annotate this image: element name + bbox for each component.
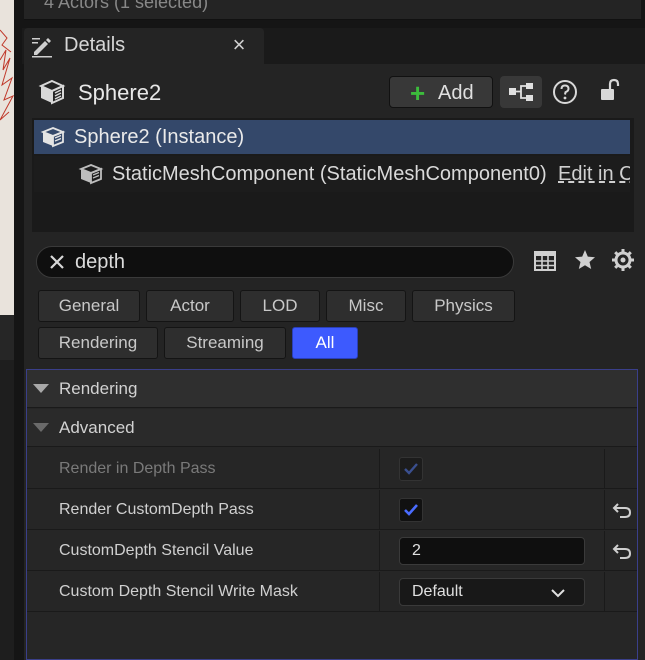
- component-tree: Sphere2 (Instance) StaticMeshComponent (…: [32, 118, 634, 232]
- unlock-icon[interactable]: [598, 78, 622, 104]
- category-advanced[interactable]: Advanced: [27, 409, 637, 447]
- clear-search-icon[interactable]: [47, 252, 67, 272]
- filter-actor[interactable]: Actor: [146, 290, 234, 322]
- filter-lod[interactable]: LOD: [240, 290, 320, 322]
- expand-arrow-icon: [33, 384, 49, 393]
- chevron-down-icon: [551, 589, 565, 598]
- property-grid: Rendering Advanced Render in Depth Pass …: [26, 369, 638, 660]
- expand-arrow-icon: [33, 423, 49, 432]
- hierarchy-button[interactable]: [500, 76, 542, 108]
- tab-details[interactable]: Details ×: [24, 28, 264, 64]
- viewport-bar: [0, 315, 14, 360]
- search-box: [36, 246, 514, 278]
- render-custom-depth-checkbox[interactable]: [399, 498, 423, 522]
- filter-streaming[interactable]: Streaming: [164, 327, 286, 359]
- checkmark-icon: [404, 504, 418, 516]
- reset-to-default-icon[interactable]: [612, 500, 632, 520]
- property-label: CustomDepth Stencil Value: [59, 542, 254, 559]
- stencil-value-input[interactable]: [399, 537, 585, 565]
- tab-title: Details: [64, 34, 126, 56]
- outliner-footer: 4 Actors (1 selected): [24, 0, 641, 20]
- property-label: Render in Depth Pass: [59, 460, 216, 477]
- reset-to-default-icon[interactable]: [612, 541, 632, 561]
- details-panel: Sphere2 + Add Sphere2 (Instance) StaticM…: [24, 64, 645, 660]
- filter-rendering[interactable]: Rendering: [38, 327, 158, 359]
- star-icon[interactable]: [573, 248, 597, 272]
- prop-render-custom-depth: Render CustomDepth Pass: [27, 490, 637, 530]
- add-button-label: Add: [438, 82, 474, 104]
- hierarchy-icon: [509, 83, 533, 101]
- category-label: Rendering: [59, 379, 138, 398]
- help-icon[interactable]: [552, 79, 578, 105]
- stencil-write-mask-dropdown[interactable]: Default: [399, 578, 585, 606]
- prop-stencil-write-mask: Custom Depth Stencil Write Mask Default: [27, 572, 637, 612]
- gear-icon[interactable]: [611, 248, 635, 272]
- filter-all[interactable]: All: [292, 327, 358, 359]
- checkmark-icon: [404, 463, 418, 475]
- property-label: Render CustomDepth Pass: [59, 501, 254, 518]
- static-mesh-icon: [78, 164, 104, 185]
- tree-item-label: Sphere2 (Instance): [74, 126, 245, 148]
- actor-header: Sphere2 + Add: [24, 64, 645, 118]
- prop-stencil-value: CustomDepth Stencil Value: [27, 531, 637, 571]
- dropdown-value: Default: [412, 583, 463, 600]
- viewport-preview: [0, 0, 14, 315]
- edit-in-cpp-link[interactable]: Edit in C++: [558, 163, 630, 186]
- tree-item-instance[interactable]: Sphere2 (Instance): [34, 120, 630, 154]
- details-tabbar: Details ×: [22, 28, 645, 64]
- cube-icon: [40, 127, 66, 148]
- table-view-icon[interactable]: [533, 249, 557, 273]
- filter-general[interactable]: General: [38, 290, 140, 322]
- plus-icon: +: [410, 78, 426, 108]
- close-icon[interactable]: ×: [228, 34, 250, 56]
- category-rendering[interactable]: Rendering: [27, 370, 637, 408]
- tree-item-label: StaticMeshComponent (StaticMeshComponent…: [112, 163, 547, 185]
- actor-name: Sphere2: [78, 80, 162, 105]
- viewport-strip: [0, 0, 14, 660]
- filter-misc[interactable]: Misc: [326, 290, 406, 322]
- pencil-icon: [32, 38, 52, 58]
- outliner-folder-label: 4 Actors (1 selected): [44, 0, 209, 12]
- cube-icon: [38, 79, 66, 105]
- add-component-button[interactable]: + Add: [389, 76, 493, 108]
- search-input[interactable]: [75, 249, 495, 275]
- property-label: Custom Depth Stencil Write Mask: [59, 583, 298, 600]
- category-label: Advanced: [59, 418, 135, 437]
- tree-item-static-mesh[interactable]: StaticMeshComponent (StaticMeshComponent…: [34, 156, 630, 192]
- render-in-depth-pass-checkbox[interactable]: [399, 457, 423, 481]
- filter-physics[interactable]: Physics: [412, 290, 515, 322]
- prop-render-in-depth-pass: Render in Depth Pass: [27, 449, 637, 489]
